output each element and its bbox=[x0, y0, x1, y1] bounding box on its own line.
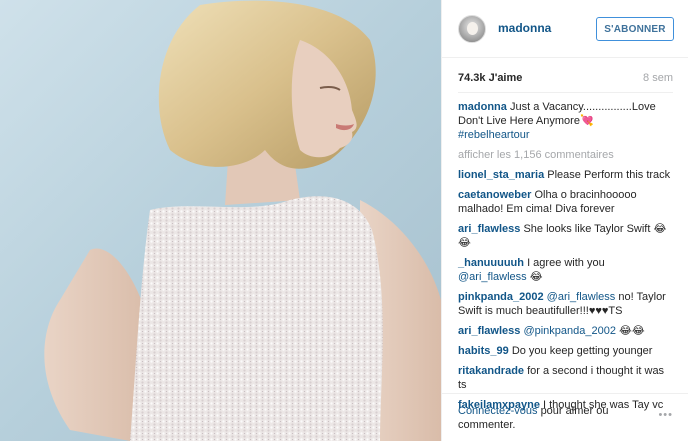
comment-item: pinkpanda_2002 @ari_flawless no! Taylor … bbox=[458, 290, 674, 318]
show-all-comments-link[interactable]: afficher les 1,156 commentaires bbox=[458, 148, 674, 162]
caption-username[interactable]: madonna bbox=[458, 101, 507, 113]
comment-username[interactable]: _hanuuuuuh bbox=[458, 257, 524, 269]
post-time[interactable]: 8 sem bbox=[643, 72, 673, 84]
comment-mention[interactable]: @ari_flawless bbox=[458, 271, 527, 283]
comment-username[interactable]: ritakandrade bbox=[458, 365, 524, 377]
comment-item: ritakandrade for a second i thought it w… bbox=[458, 364, 674, 392]
comment-emoji: 😂😂 bbox=[619, 324, 645, 337]
ellipsis-icon[interactable]: ••• bbox=[658, 409, 673, 421]
comment-text: She looks like Taylor Swift bbox=[523, 223, 654, 235]
follow-button[interactable]: S'ABONNER bbox=[596, 17, 674, 41]
comment-item: lionel_sta_maria Please Perform this tra… bbox=[458, 168, 674, 182]
comment-username[interactable]: caetanoweber bbox=[458, 189, 531, 201]
comment-item: ari_flawless @pinkpanda_2002 😂😂 bbox=[458, 324, 674, 338]
heart-emoji: 💘 bbox=[579, 114, 594, 127]
profile-avatar[interactable] bbox=[458, 15, 486, 43]
comment-text: Please Perform this track bbox=[547, 169, 671, 181]
comment-username[interactable]: lionel_sta_maria bbox=[458, 169, 544, 181]
comment-mention[interactable]: @ari_flawless bbox=[547, 291, 616, 303]
comment-item: caetanoweber Olha o bracinhooooo malhado… bbox=[458, 188, 674, 216]
comment-username[interactable]: habits_99 bbox=[458, 345, 509, 357]
post-username[interactable]: madonna bbox=[498, 21, 551, 35]
caption-hashtag[interactable]: #rebelheartour bbox=[458, 129, 530, 141]
comment-item: ari_flawless She looks like Taylor Swift… bbox=[458, 222, 674, 250]
post-header: madonna S'ABONNER bbox=[442, 0, 688, 58]
comment-username[interactable]: pinkpanda_2002 bbox=[458, 291, 544, 303]
caption: madonna Just a Vacancy................Lo… bbox=[458, 100, 674, 142]
comment-item: _hanuuuuuh I agree with you @ari_flawles… bbox=[458, 256, 674, 284]
comments-list: madonna Just a Vacancy................Lo… bbox=[458, 100, 674, 418]
comment-text: Do you keep getting younger bbox=[511, 345, 653, 357]
post-photo[interactable] bbox=[0, 0, 441, 441]
divider bbox=[458, 92, 673, 93]
comment-username[interactable]: ari_flawless bbox=[458, 223, 520, 235]
post-footer: Connectez-vous pour aimer ou commenter. … bbox=[442, 393, 688, 441]
comment-text: I agree with you bbox=[527, 257, 605, 269]
like-count[interactable]: 74.3k J'aime bbox=[458, 72, 522, 84]
login-link[interactable]: Connectez-vous bbox=[458, 405, 538, 417]
post-sidebar: madonna S'ABONNER 74.3k J'aime 8 sem mad… bbox=[441, 0, 688, 441]
comment-items: lionel_sta_maria Please Perform this tra… bbox=[458, 168, 674, 412]
photo-illustration bbox=[0, 0, 441, 441]
post-stats: 74.3k J'aime 8 sem bbox=[458, 72, 673, 88]
comment-username[interactable]: ari_flawless bbox=[458, 325, 520, 337]
login-prompt: Connectez-vous pour aimer ou commenter. bbox=[458, 404, 638, 432]
comment-mention[interactable]: @pinkpanda_2002 bbox=[523, 325, 616, 337]
comment-emoji: 😂 bbox=[529, 270, 543, 283]
comment-item: habits_99 Do you keep getting younger bbox=[458, 344, 674, 358]
